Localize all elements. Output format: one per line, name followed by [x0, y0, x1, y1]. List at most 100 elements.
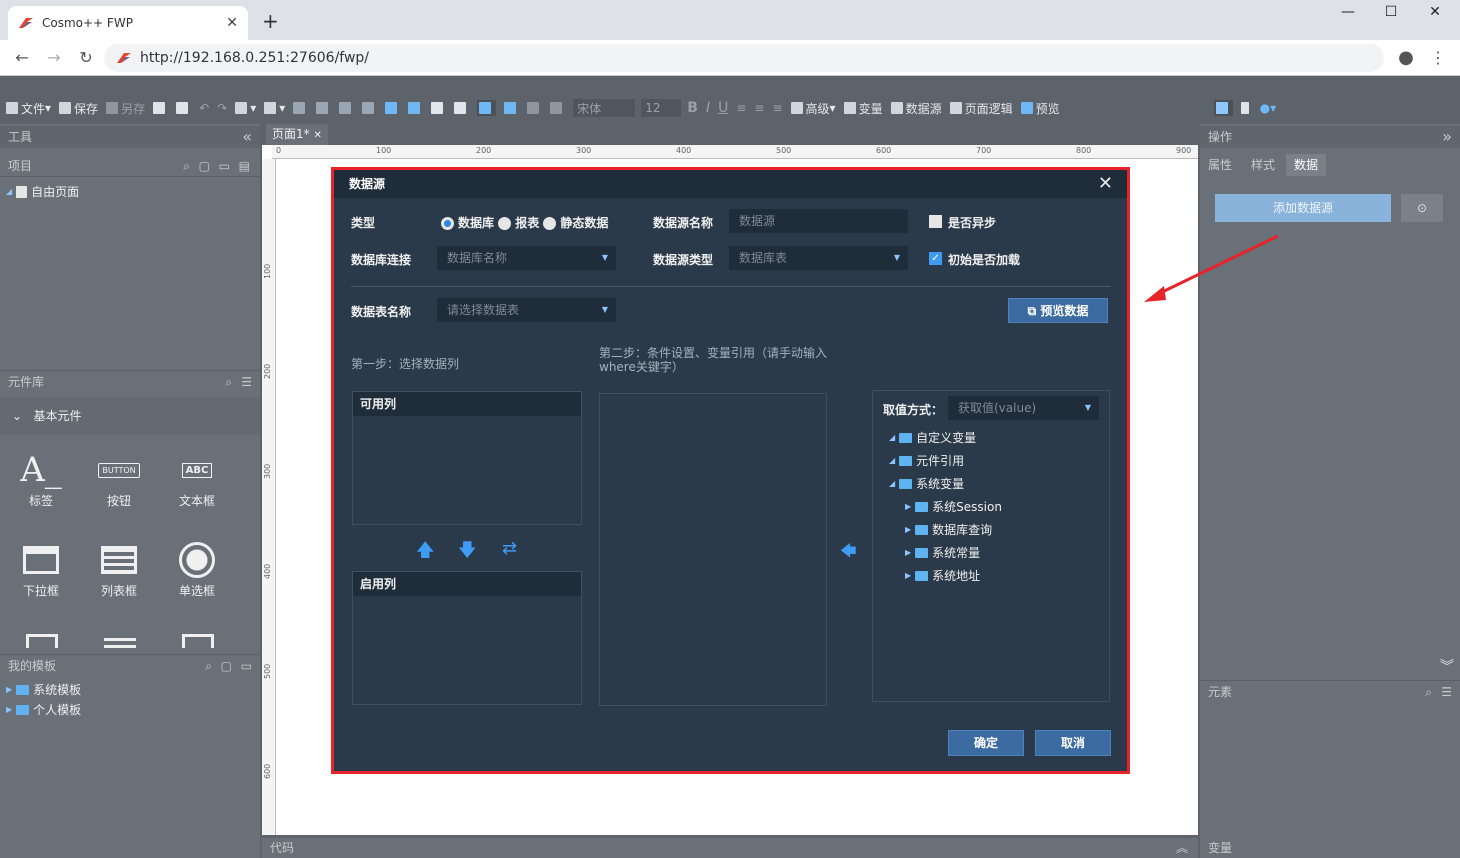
basic-components-header[interactable]: ⌄ 基本元件 [0, 398, 260, 434]
tab-style[interactable]: 样式 [1243, 154, 1283, 176]
redo-icon[interactable]: ↷ [217, 101, 227, 115]
elements-menu-icon[interactable]: ☰ [1441, 681, 1452, 703]
help-icon[interactable]: ●▾ [1260, 101, 1277, 115]
variable-button[interactable]: 变量 [843, 100, 883, 117]
underline-icon[interactable]: U [718, 100, 728, 116]
tree-system-session[interactable]: ▶ 系统Session [905, 498, 1002, 515]
enabled-columns-list[interactable]: 启用列 [352, 571, 582, 705]
move-up-icon[interactable]: 🡅 [416, 538, 435, 568]
align-center-icon[interactable]: ≡ [754, 101, 764, 115]
dialog-close-icon[interactable]: ✕ [1098, 173, 1113, 194]
datasource-button[interactable]: 数据源 [890, 100, 942, 117]
tree-system-variable[interactable]: ◢ 系统变量 [889, 475, 964, 492]
advanced-menu[interactable]: 高级 ▾ [790, 100, 836, 117]
available-columns-list[interactable]: 可用列 [352, 391, 582, 525]
line-color-icon[interactable] [550, 102, 565, 114]
copy-icon[interactable] [153, 102, 168, 114]
ds-type-select[interactable]: 数据库表 [729, 246, 908, 270]
component-button[interactable]: BUTTON 按钮 [84, 448, 154, 509]
save-as-button[interactable]: 另存 [106, 100, 145, 117]
align-icon[interactable]: ▾ [235, 101, 256, 115]
italic-icon[interactable]: I [706, 100, 710, 116]
font-size-select[interactable]: 12 [641, 99, 682, 117]
tree-system-address[interactable]: ▶ 系统地址 [905, 567, 980, 584]
close-tab-icon[interactable]: ✕ [226, 15, 238, 31]
template-search-icon[interactable]: ⌕ [205, 655, 212, 677]
menu-icon[interactable]: ⋮ [1428, 48, 1448, 68]
elements-search-icon[interactable]: ⌕ [1425, 681, 1432, 703]
font-family-select[interactable]: 宋体 [573, 99, 636, 117]
desktop-view-icon[interactable] [1213, 100, 1233, 116]
new-page-icon[interactable]: ▢ [199, 155, 210, 177]
template-new-icon[interactable]: ▢ [221, 655, 232, 677]
align-right-icon[interactable]: ≡ [772, 101, 782, 115]
close-window-icon[interactable]: ✕ [1420, 4, 1450, 24]
expand-code-icon[interactable]: ︽ [1176, 838, 1188, 858]
mobile-view-icon[interactable] [1240, 102, 1252, 114]
tab-properties[interactable]: 属性 [1200, 154, 1240, 176]
init-load-checkbox[interactable]: ✓ [929, 252, 942, 265]
url-input[interactable]: http://192.168.0.251:27606/fwp/ [104, 44, 1384, 72]
component-textbox[interactable]: ABC 文本框 [162, 448, 232, 509]
bold-icon[interactable]: B [687, 100, 698, 116]
layer-top-icon[interactable] [339, 102, 354, 114]
browser-tab[interactable]: Cosmo++ FWP ✕ [8, 6, 248, 40]
move-down-icon[interactable]: 🡇 [458, 538, 477, 568]
page-logic-button[interactable]: 页面逻辑 [949, 100, 1013, 117]
distribute-icon[interactable]: ▾ [264, 101, 285, 115]
template-personal[interactable]: ▶ 个人模板 [6, 701, 81, 718]
maximize-icon[interactable]: ☐ [1376, 4, 1406, 24]
ok-button[interactable]: 确定 [948, 730, 1024, 756]
table-select[interactable]: 请选择数据表 [437, 298, 616, 322]
radio-report[interactable]: 报表 [498, 216, 539, 230]
undo-icon[interactable]: ↶ [199, 101, 209, 115]
lock-icon[interactable] [431, 102, 446, 114]
unlock-icon[interactable] [454, 102, 469, 114]
align-left-icon[interactable]: ≡ [736, 101, 746, 115]
account-icon[interactable]: ● [1396, 48, 1416, 68]
component-dropdown[interactable]: 下拉框 [6, 538, 76, 599]
pointer-icon[interactable] [477, 100, 497, 116]
ds-name-input[interactable]: 数据源 [729, 209, 908, 233]
new-tab-button[interactable]: + [262, 9, 279, 33]
db-conn-select[interactable]: 数据库名称 [437, 246, 616, 270]
expand-ops-icon[interactable]: ︾ [1440, 656, 1454, 676]
new-folder-icon[interactable]: ▭ [219, 155, 230, 177]
library-search-icon[interactable]: ⌕ [225, 371, 232, 393]
library-menu-icon[interactable]: ☰ [241, 371, 252, 393]
radio-static[interactable]: 静态数据 [543, 216, 608, 230]
reload-icon[interactable]: ↻ [76, 48, 96, 68]
insert-left-icon[interactable]: 🡄 [840, 540, 857, 567]
tree-custom-variable[interactable]: ◢ 自定义变量 [889, 429, 976, 446]
component-label[interactable]: A_ 标签 [6, 448, 76, 509]
file-menu[interactable]: 文件 ▾ [6, 100, 51, 117]
collapse-right-icon[interactable]: » [1442, 126, 1452, 148]
collapse-left-icon[interactable]: « [242, 126, 252, 148]
async-checkbox[interactable] [929, 215, 942, 228]
preview-data-button[interactable]: ⧉ 预览数据 [1008, 298, 1108, 323]
datasource-options-button[interactable]: ⊙ [1401, 194, 1443, 222]
tree-component-ref[interactable]: ◢ 元件引用 [889, 452, 964, 469]
swap-icon[interactable]: ⇄ [502, 538, 517, 559]
minimize-icon[interactable]: — [1333, 4, 1363, 24]
layer-bottom-icon[interactable] [362, 102, 377, 114]
condition-textarea[interactable] [599, 393, 827, 706]
forward-icon[interactable]: → [44, 48, 64, 68]
layer-up-icon[interactable] [293, 102, 308, 114]
component-radio[interactable]: 单选框 [162, 538, 232, 599]
template-folder-icon[interactable]: ▭ [241, 655, 252, 677]
value-mode-select[interactable]: 获取值(value) [948, 396, 1099, 420]
preview-button[interactable]: 预览 [1020, 100, 1060, 117]
radio-database[interactable]: 数据库 [441, 216, 494, 230]
group-icon[interactable] [385, 102, 400, 114]
project-item-free-page[interactable]: ◢ 自由页面 [6, 183, 79, 200]
canvas-tab-close-icon[interactable]: ✕ [313, 130, 321, 141]
tab-data[interactable]: 数据 [1286, 154, 1327, 176]
paste-icon[interactable] [176, 102, 191, 114]
canvas-tab[interactable]: 页面1* ✕ [266, 124, 328, 145]
ungroup-icon[interactable] [408, 102, 423, 114]
search-icon[interactable]: ⌕ [183, 155, 190, 177]
save-button[interactable]: 保存 [59, 100, 98, 117]
cancel-button[interactable]: 取消 [1035, 730, 1111, 756]
component-listbox[interactable]: 列表框 [84, 538, 154, 599]
